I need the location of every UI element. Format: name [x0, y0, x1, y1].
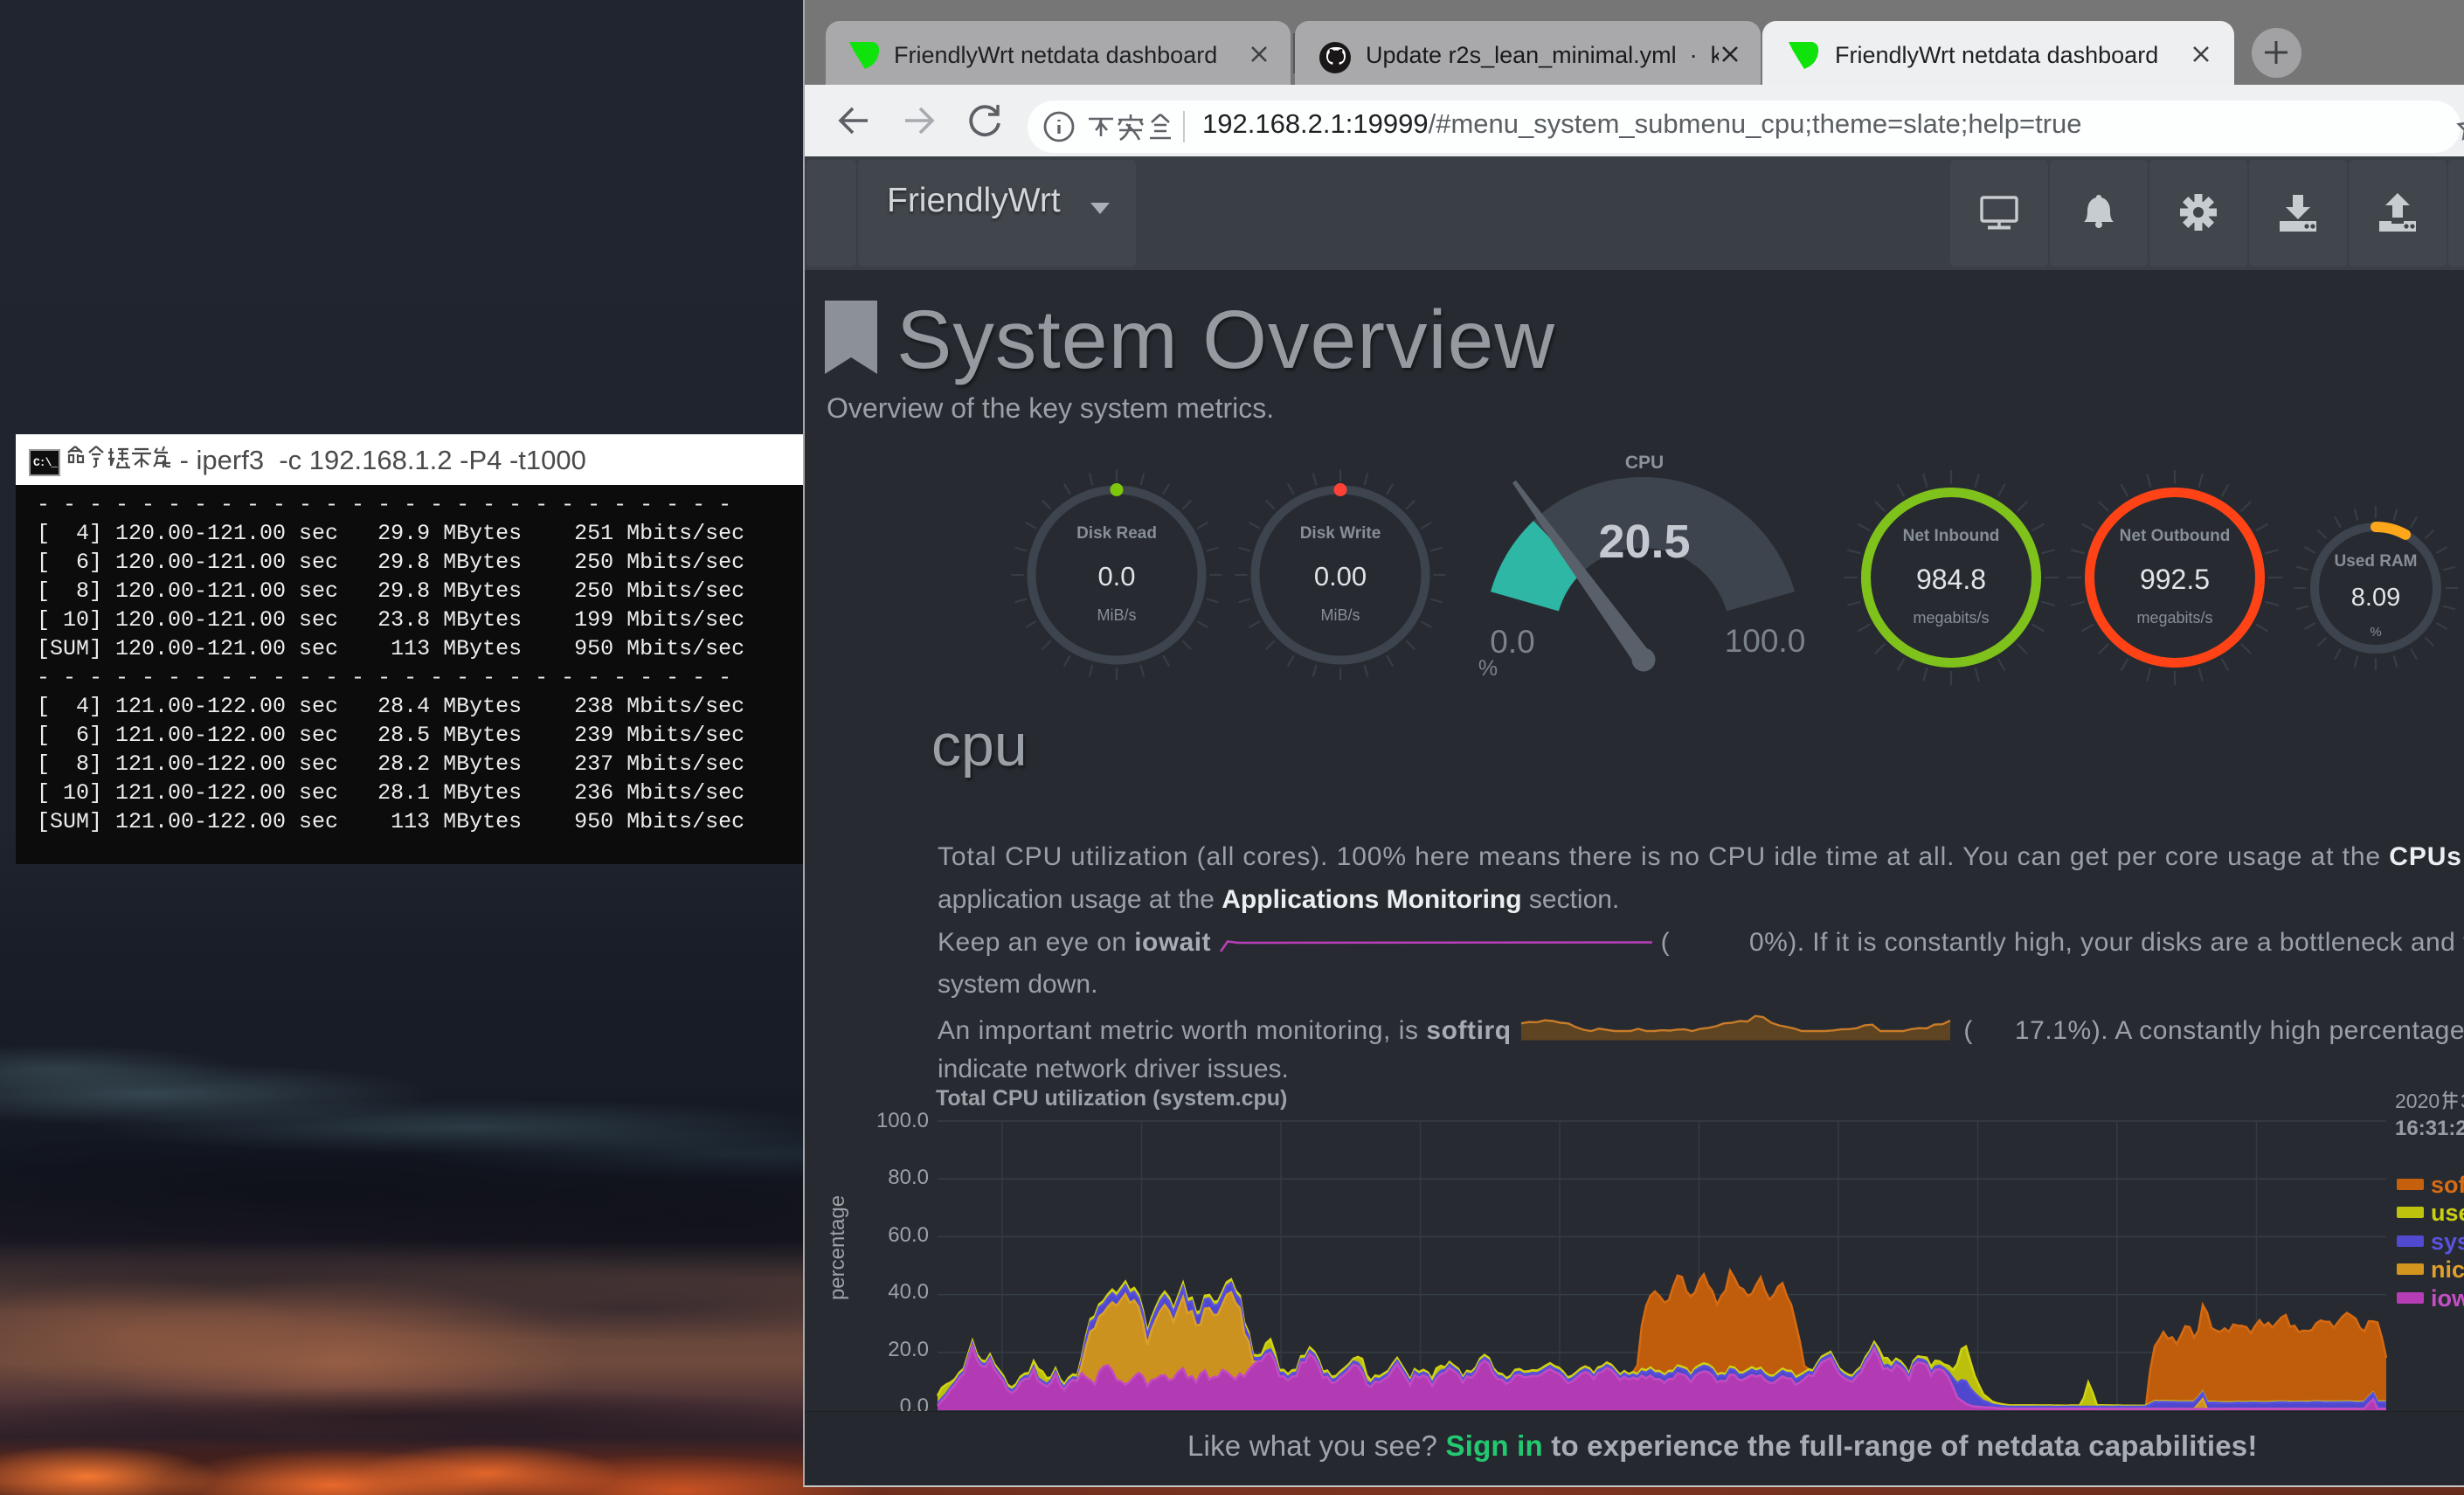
svg-text:Disk Write: Disk Write: [1300, 524, 1381, 543]
svg-text:0.00: 0.00: [1314, 561, 1367, 592]
svg-text:0.0: 0.0: [1097, 561, 1135, 592]
svg-text:Used RAM: Used RAM: [2334, 552, 2417, 571]
svg-text:Net Inbound: Net Inbound: [1903, 527, 2000, 545]
svg-text:0.0: 0.0: [1490, 624, 1534, 660]
svg-text:8.09: 8.09: [2351, 584, 2400, 612]
svg-text:984.8: 984.8: [1916, 564, 1986, 595]
svg-text:MiB/s: MiB/s: [1321, 606, 1360, 624]
svg-text:CPU: CPU: [1625, 453, 1664, 473]
svg-text:megabits/s: megabits/s: [1913, 609, 1989, 626]
svg-text:MiB/s: MiB/s: [1097, 606, 1137, 624]
svg-text:Net Outbound: Net Outbound: [2120, 527, 2231, 545]
svg-text:%: %: [2370, 625, 2381, 640]
svg-text:Disk Read: Disk Read: [1076, 524, 1157, 543]
svg-text:20.5: 20.5: [1598, 516, 1690, 568]
svg-text:100.0: 100.0: [1725, 623, 1806, 659]
svg-text:%: %: [1478, 656, 1498, 681]
svg-text:megabits/s: megabits/s: [2136, 609, 2212, 626]
svg-text:992.5: 992.5: [2140, 564, 2210, 595]
